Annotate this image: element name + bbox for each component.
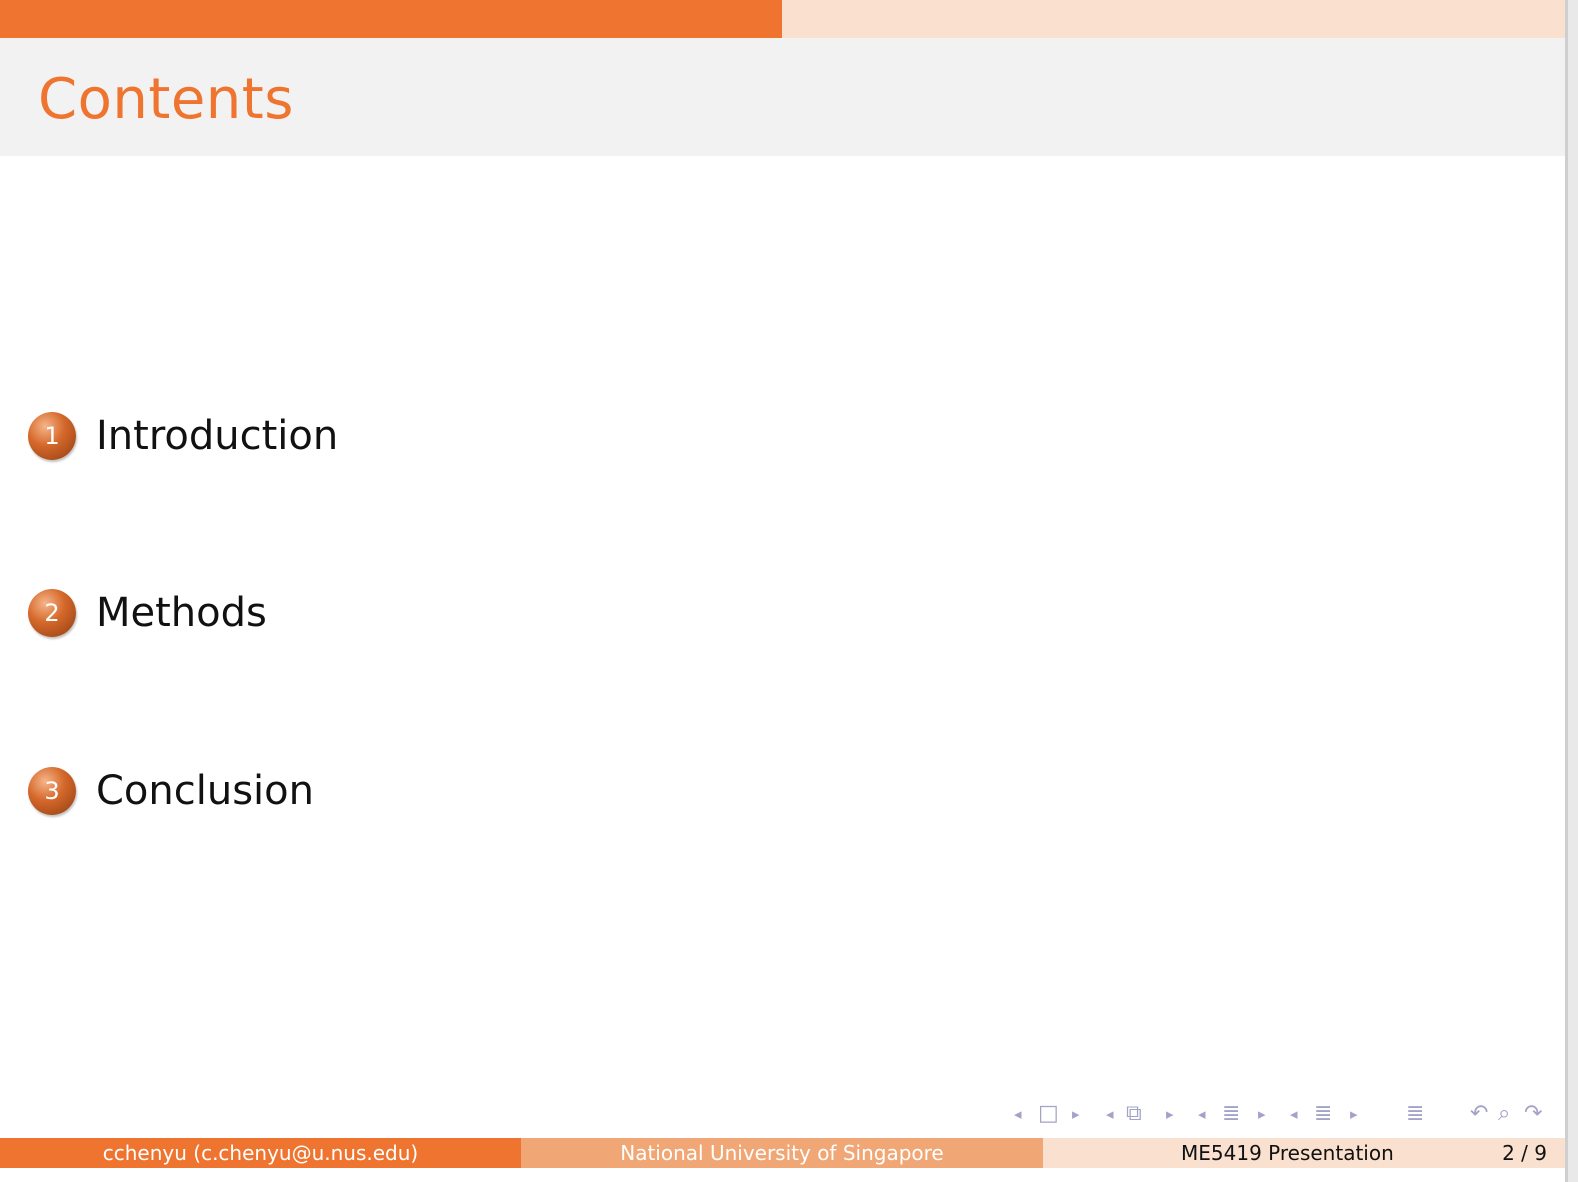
- footer-author: cchenyu (c.chenyu@u.nus.edu): [0, 1138, 521, 1168]
- subsection-next-icon[interactable]: ▸: [1166, 1100, 1174, 1128]
- section-number-ball: 1: [28, 412, 76, 460]
- footer-institution: National University of Singapore: [521, 1138, 1043, 1168]
- header-bar-left: [0, 0, 782, 38]
- frame-next-icon[interactable]: ▸: [1072, 1100, 1080, 1128]
- search-icon[interactable]: ⌕: [1498, 1100, 1510, 1128]
- slide-next-icon[interactable]: ▸: [1350, 1100, 1358, 1128]
- frame-icon[interactable]: □: [1038, 1100, 1059, 1128]
- toc-item-label: Methods: [96, 590, 267, 636]
- header-bar-right: [782, 0, 1565, 38]
- slide-title: Contents: [38, 67, 294, 132]
- footer-author-text: cchenyu (c.chenyu@u.nus.edu): [102, 1141, 419, 1165]
- page-number: 2 / 9: [1502, 1141, 1547, 1165]
- viewer-edge: [1565, 0, 1578, 1182]
- bottom-margin: [0, 1168, 1565, 1182]
- footer-presentation-title: ME5419 Presentation: [1181, 1141, 1394, 1165]
- outline-icon[interactable]: ≣: [1406, 1100, 1424, 1128]
- toc-item-conclusion[interactable]: 3 Conclusion: [28, 766, 314, 816]
- frame-prev-icon[interactable]: ◂: [1014, 1100, 1022, 1128]
- footer-presentation: ME5419 Presentation 2 / 9: [1043, 1138, 1565, 1168]
- toc-item-label: Introduction: [96, 413, 339, 459]
- forward-icon[interactable]: ↷: [1524, 1100, 1542, 1128]
- slide-prev-icon[interactable]: ◂: [1290, 1100, 1298, 1128]
- toc-item-methods[interactable]: 2 Methods: [28, 588, 267, 638]
- section-icon[interactable]: ≣: [1222, 1100, 1240, 1128]
- subsection-icon[interactable]: ⧉: [1126, 1100, 1142, 1128]
- section-next-icon[interactable]: ▸: [1258, 1100, 1266, 1128]
- section-number-ball: 2: [28, 589, 76, 637]
- beamer-navigation-symbols: ◂ □ ▸ ◂ ⧉ ▸ ◂ ≣ ▸ ◂ ≣ ▸ ≣ ↶ ⌕ ↷: [1010, 1100, 1560, 1128]
- subsection-prev-icon[interactable]: ◂: [1106, 1100, 1114, 1128]
- footer: cchenyu (c.chenyu@u.nus.edu) National Un…: [0, 1138, 1565, 1168]
- slide-icon[interactable]: ≣: [1314, 1100, 1332, 1128]
- slide: Contents 1 Introduction 2 Methods 3 Conc…: [0, 0, 1565, 1182]
- section-number-ball: 3: [28, 767, 76, 815]
- toc-item-label: Conclusion: [96, 768, 314, 814]
- section-prev-icon[interactable]: ◂: [1198, 1100, 1206, 1128]
- footer-institution-text: National University of Singapore: [620, 1141, 944, 1165]
- back-icon[interactable]: ↶: [1470, 1100, 1488, 1128]
- toc-item-introduction[interactable]: 1 Introduction: [28, 411, 338, 461]
